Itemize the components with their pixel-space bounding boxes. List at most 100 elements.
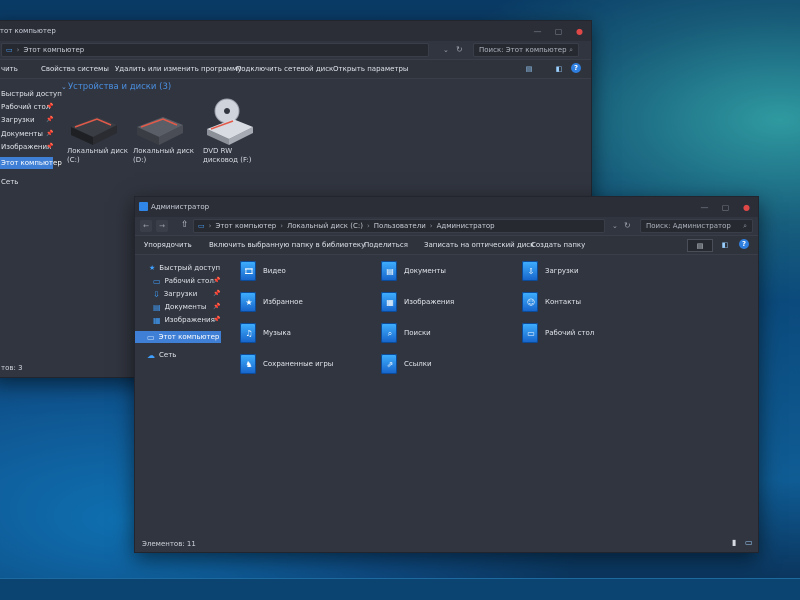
forward-arrow-icon[interactable]: → (156, 220, 168, 232)
nav-item-downloads[interactable]: ⇩ Загрузки (153, 288, 197, 300)
pictures-folder-icon: ▦ (380, 290, 398, 314)
back-address-bar[interactable]: ▭ › Этот компьютер (1, 43, 429, 57)
folder-item-video[interactable]: 🎞 Видео (239, 259, 286, 283)
view-options-icon[interactable]: ▤ (687, 239, 713, 252)
maximize-icon[interactable]: ▢ (553, 26, 564, 37)
toolbar-partial-button[interactable]: чить (1, 65, 18, 73)
drive-f[interactable]: DVD RW дисковод (F:) (203, 97, 255, 165)
devices-section-title: Устройства и диски (3) (68, 82, 172, 92)
burn-to-disc-button[interactable]: Записать на оптический диск (424, 241, 534, 249)
drive-c[interactable]: Локальный диск (C:) (67, 113, 128, 165)
folder-item-documents[interactable]: ▤ Документы (380, 259, 446, 283)
network-icon: ☁ (147, 350, 155, 360)
folder-item-music[interactable]: ♫ Музыка (239, 321, 291, 345)
address-dropdown-icon[interactable]: ⌄ (443, 46, 449, 54)
view-options-icon[interactable]: ▤ (523, 63, 535, 74)
nav-item-pictures[interactable]: ▦ Изображения (153, 314, 215, 326)
breadcrumb-item[interactable]: Администратор (437, 222, 495, 230)
pin-icon[interactable]: 📌 (213, 277, 220, 284)
minimize-icon[interactable]: — (532, 26, 543, 37)
back-address-text: Этот компьютер (23, 46, 85, 54)
map-network-drive-button[interactable]: Подключить сетевой диск (236, 65, 333, 73)
close-icon[interactable]: ● (741, 202, 752, 213)
pin-icon[interactable]: 📌 (46, 116, 53, 123)
include-in-library-button[interactable]: Включить выбранную папку в библиотеку (209, 241, 365, 249)
new-folder-button[interactable]: Создать папку (531, 241, 585, 249)
back-title-bar[interactable]: Этот компьютер — ▢ ● (0, 21, 591, 41)
back-window-title: Этот компьютер (0, 27, 56, 35)
drive-letter: дисковод (F:) (203, 156, 252, 164)
nav-item-desktop[interactable]: ▭ Рабочий стол (153, 275, 214, 287)
back-search-input[interactable]: Поиск: Этот компьютер ⌕ (473, 43, 579, 57)
back-toolbar: чить Свойства системы Удалить или измени… (0, 59, 591, 79)
folder-item-desktop[interactable]: ▭ Рабочий стол (521, 321, 594, 345)
nav-item-documents[interactable]: ▤ Документы (153, 301, 206, 313)
details-view-icon[interactable]: ▮ (732, 538, 736, 547)
nav-item-this-pc[interactable]: Этот компьютер (0, 157, 62, 169)
folder-item-searches[interactable]: ⌕ Поиски (380, 321, 431, 345)
nav-item-network[interactable]: Сеть (1, 176, 18, 188)
organize-dropdown-icon[interactable]: ⌄ (187, 241, 192, 248)
up-arrow-icon[interactable]: ⇧ (181, 220, 189, 230)
include-library-dropdown-icon[interactable]: ⌄ (343, 241, 348, 248)
nav-item-quick-access[interactable]: ★ Быстрый доступ (149, 262, 220, 274)
computer-icon: ▭ (147, 332, 155, 342)
pin-icon[interactable]: 📌 (213, 303, 220, 310)
folder-item-downloads[interactable]: ⇩ Загрузки (521, 259, 579, 283)
nav-item-network[interactable]: ☁ Сеть (147, 349, 176, 361)
nav-item-this-pc[interactable]: ▭ Этот компьютер (135, 331, 221, 343)
open-settings-button[interactable]: Открыть параметры (333, 65, 408, 73)
large-icons-view-icon[interactable]: ▭ (745, 538, 753, 547)
nav-item-quick-access[interactable]: Быстрый доступ (1, 88, 62, 100)
uninstall-program-button[interactable]: Удалить или изменить программу (115, 65, 241, 73)
front-toolbar: Упорядочить ⌄ Включить выбранную папку в… (135, 235, 758, 255)
folder-item-favorites[interactable]: ★ Избранное (239, 290, 303, 314)
dvd-drive-icon (207, 98, 253, 145)
refresh-icon[interactable]: ↻ (456, 45, 463, 54)
searches-folder-icon: ⌕ (380, 321, 398, 345)
pin-icon[interactable]: 📌 (213, 316, 220, 323)
folder-item-pictures[interactable]: ▦ Изображения (380, 290, 454, 314)
share-button[interactable]: Поделиться (364, 241, 408, 249)
hard-drive-icon (71, 117, 117, 145)
pin-icon[interactable]: 📌 (46, 143, 53, 150)
nav-item-pictures[interactable]: Изображения (1, 141, 51, 153)
front-search-input[interactable]: Поиск: Администратор ⌕ (640, 219, 753, 233)
breadcrumb-item[interactable]: Локальный диск (C:) (287, 222, 363, 230)
system-properties-button[interactable]: Свойства системы (41, 65, 109, 73)
folder-item-saved-games[interactable]: ♞ Сохраненные игры (239, 352, 333, 376)
breadcrumb-item[interactable]: Пользователи (374, 222, 426, 230)
front-title-bar[interactable]: Администратор — ▢ ● (135, 197, 758, 217)
preview-pane-icon[interactable]: ◧ (553, 63, 565, 74)
breadcrumb-chevron-icon: › (16, 46, 20, 54)
back-arrow-icon[interactable]: ← (140, 220, 152, 232)
front-address-bar[interactable]: ▭ › Этот компьютер › Локальный диск (C:)… (193, 219, 605, 233)
folder-item-links[interactable]: ⇗ Ссылки (380, 352, 432, 376)
share-dropdown-icon[interactable]: ⌄ (403, 241, 408, 248)
breadcrumb-chevron-icon: › (366, 222, 370, 230)
front-explorer-window[interactable]: Администратор — ▢ ● ← → ⇧ ▭ › Этот компь… (134, 196, 759, 553)
folder-icon (139, 202, 148, 211)
nav-item-downloads[interactable]: Загрузки (1, 114, 35, 126)
nav-item-documents[interactable]: Документы (1, 128, 43, 140)
pin-icon[interactable]: 📌 (46, 103, 53, 110)
taskbar[interactable] (0, 578, 800, 600)
front-status-bar: Элементов: 11 (142, 540, 196, 548)
music-folder-icon: ♫ (239, 321, 257, 345)
close-icon[interactable]: ● (574, 26, 585, 37)
preview-pane-icon[interactable]: ◧ (719, 239, 731, 250)
minimize-icon[interactable]: — (699, 202, 710, 213)
help-icon[interactable]: ? (739, 239, 749, 249)
pin-icon[interactable]: 📌 (213, 290, 220, 297)
help-icon[interactable]: ? (571, 63, 581, 73)
refresh-icon[interactable]: ↻ (624, 221, 631, 230)
breadcrumb-item[interactable]: Этот компьютер (215, 222, 276, 230)
maximize-icon[interactable]: ▢ (720, 202, 731, 213)
address-dropdown-icon[interactable]: ⌄ (612, 222, 618, 230)
section-collapse-icon[interactable]: ⌄ (61, 83, 67, 91)
nav-item-desktop[interactable]: Рабочий стол (1, 101, 50, 113)
pin-icon[interactable]: 📌 (46, 130, 53, 137)
drive-d[interactable]: Локальный диск (D:) (133, 113, 194, 165)
folder-item-contacts[interactable]: ☺ Контакты (521, 290, 581, 314)
organize-button[interactable]: Упорядочить (144, 241, 192, 249)
